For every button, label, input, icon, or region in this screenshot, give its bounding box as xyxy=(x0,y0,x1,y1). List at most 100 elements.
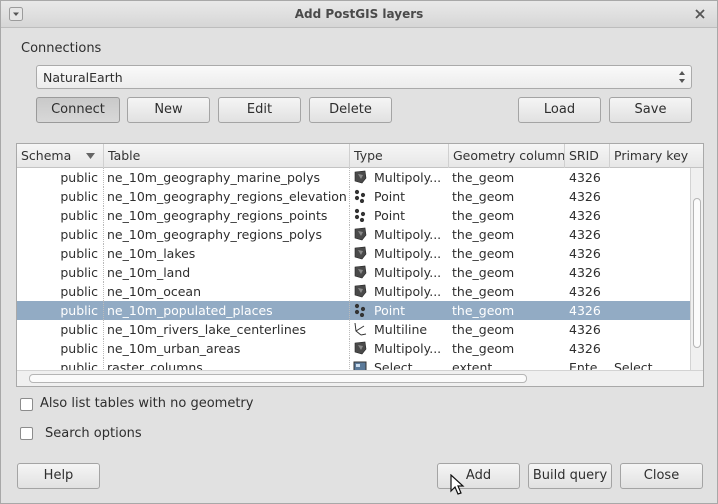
row-divider xyxy=(349,244,350,263)
row-divider xyxy=(103,282,104,301)
cell-srid: 4326 xyxy=(569,341,601,356)
window-title: Add PostGIS layers xyxy=(294,7,424,21)
row-divider xyxy=(103,320,104,339)
help-button[interactable]: Help xyxy=(17,463,100,489)
cell-type: Multipoly... xyxy=(353,339,453,358)
row-divider xyxy=(103,206,104,225)
column-header-type[interactable]: Type xyxy=(350,144,449,168)
column-header-primary-key[interactable]: Primary key xyxy=(610,144,703,168)
column-header-geometry[interactable]: Geometry column xyxy=(449,144,565,168)
column-header-table[interactable]: Table xyxy=(104,144,350,168)
cell-srid: 4326 xyxy=(569,170,601,185)
table-row[interactable]: public ne_10m_rivers_lake_centerlines Mult… xyxy=(17,320,690,339)
cell-table: ne_10m_land xyxy=(107,265,191,280)
edit-button[interactable]: Edit xyxy=(218,97,301,123)
no-geometry-label: Also list tables with no geometry xyxy=(40,396,254,411)
spin-arrows-icon xyxy=(679,71,685,83)
cell-schema: public xyxy=(60,227,98,242)
cell-primary-key xyxy=(614,282,689,301)
cell-type-label: Point xyxy=(374,208,406,223)
table-row[interactable]: public ne_10m_lakes Multipoly... the_geom 43… xyxy=(17,244,690,263)
row-divider xyxy=(103,263,104,282)
cell-srid: 4326 xyxy=(569,322,601,337)
row-divider xyxy=(349,320,350,339)
cell-type-label: Point xyxy=(374,303,406,318)
cell-geometry-column: the_geom xyxy=(452,341,515,356)
table-row[interactable]: public ne_10m_ocean Multipoly... the_geom 43… xyxy=(17,282,690,301)
cell-schema: public xyxy=(60,189,98,204)
search-options-checkbox[interactable] xyxy=(20,427,33,440)
connect-button[interactable]: Connect xyxy=(36,97,120,123)
no-geometry-checkbox[interactable] xyxy=(20,398,33,411)
cell-srid: 4326 xyxy=(569,208,601,223)
cell-srid: 4326 xyxy=(569,284,601,299)
polygon-icon xyxy=(353,265,367,279)
cell-table: ne_10m_ocean xyxy=(107,284,201,299)
horizontal-scrollbar[interactable] xyxy=(17,370,703,386)
cell-geometry-column: the_geom xyxy=(452,189,515,204)
cell-geometry-column: the_geom xyxy=(452,170,515,185)
cell-geometry-column: the_geom xyxy=(452,246,515,261)
cell-table: ne_10m_urban_areas xyxy=(107,341,241,356)
vertical-scroll-thumb[interactable] xyxy=(693,198,701,348)
close-icon[interactable] xyxy=(693,7,707,21)
cell-table: ne_10m_geography_regions_polys xyxy=(107,227,322,242)
row-divider xyxy=(349,263,350,282)
table-row[interactable]: public ne_10m_geography_regions_elevation… xyxy=(17,187,690,206)
layer-table: Schema Table Type Geometry column SRID P… xyxy=(16,143,704,387)
row-divider xyxy=(349,206,350,225)
row-divider xyxy=(103,168,104,187)
cell-primary-key xyxy=(614,206,689,225)
row-divider xyxy=(103,301,104,320)
cell-type: Multipoly... xyxy=(353,168,453,187)
cell-primary-key xyxy=(614,244,689,263)
point-icon xyxy=(353,208,367,223)
table-row[interactable]: public ne_10m_geography_regions_points Poi… xyxy=(17,206,690,225)
cell-type-label: Point xyxy=(374,189,406,204)
polygon-icon xyxy=(353,170,367,184)
column-header-srid[interactable]: SRID xyxy=(565,144,610,168)
column-header-schema[interactable]: Schema xyxy=(17,144,104,168)
title-bar: Add PostGIS layers xyxy=(1,1,717,28)
polygon-icon xyxy=(353,227,367,241)
cell-schema: public xyxy=(60,322,98,337)
new-button[interactable]: New xyxy=(127,97,210,123)
row-divider xyxy=(103,187,104,206)
cell-schema: public xyxy=(60,341,98,356)
table-row[interactable]: public ne_10m_urban_areas Multipoly... the_… xyxy=(17,339,690,358)
cell-primary-key xyxy=(614,225,689,244)
table-body: public ne_10m_geography_marine_polys Multi… xyxy=(17,168,690,371)
cell-schema: public xyxy=(60,303,98,318)
cell-table: ne_10m_geography_regions_points xyxy=(107,208,328,223)
cell-geometry-column: the_geom xyxy=(452,265,515,280)
delete-button[interactable]: Delete xyxy=(309,97,392,123)
row-divider xyxy=(349,339,350,358)
table-row[interactable]: public ne_10m_geography_regions_polys Mult… xyxy=(17,225,690,244)
connections-label: Connections xyxy=(21,41,102,56)
cell-type: Multipoly... xyxy=(353,225,453,244)
connection-select[interactable]: NaturalEarth xyxy=(36,65,692,89)
close-button[interactable]: Close xyxy=(620,463,703,489)
cell-geometry-column: the_geom xyxy=(452,322,515,337)
cell-srid: 4326 xyxy=(569,227,601,242)
row-divider xyxy=(349,225,350,244)
save-button[interactable]: Save xyxy=(609,97,692,123)
table-row[interactable]: public ne_10m_land Multipoly... the_geom 432… xyxy=(17,263,690,282)
cell-srid: 4326 xyxy=(569,246,601,261)
cell-type-label: Multipoly... xyxy=(374,246,442,261)
cell-srid: 4326 xyxy=(569,303,601,318)
cell-primary-key xyxy=(614,320,689,339)
load-button[interactable]: Load xyxy=(518,97,601,123)
vertical-scrollbar[interactable] xyxy=(690,168,703,371)
cell-table: ne_10m_populated_places xyxy=(107,303,273,318)
build-query-button[interactable]: Build query xyxy=(528,463,612,489)
polygon-icon xyxy=(353,341,367,355)
cell-primary-key xyxy=(614,263,689,282)
table-row[interactable]: public ne_10m_populated_places Point the_ge… xyxy=(17,301,690,320)
cell-type: Point xyxy=(353,187,453,206)
row-divider xyxy=(349,168,350,187)
horizontal-scroll-thumb[interactable] xyxy=(29,374,527,383)
table-row[interactable]: public ne_10m_geography_marine_polys Multi… xyxy=(17,168,690,187)
cell-primary-key xyxy=(614,168,689,187)
row-divider xyxy=(103,244,104,263)
